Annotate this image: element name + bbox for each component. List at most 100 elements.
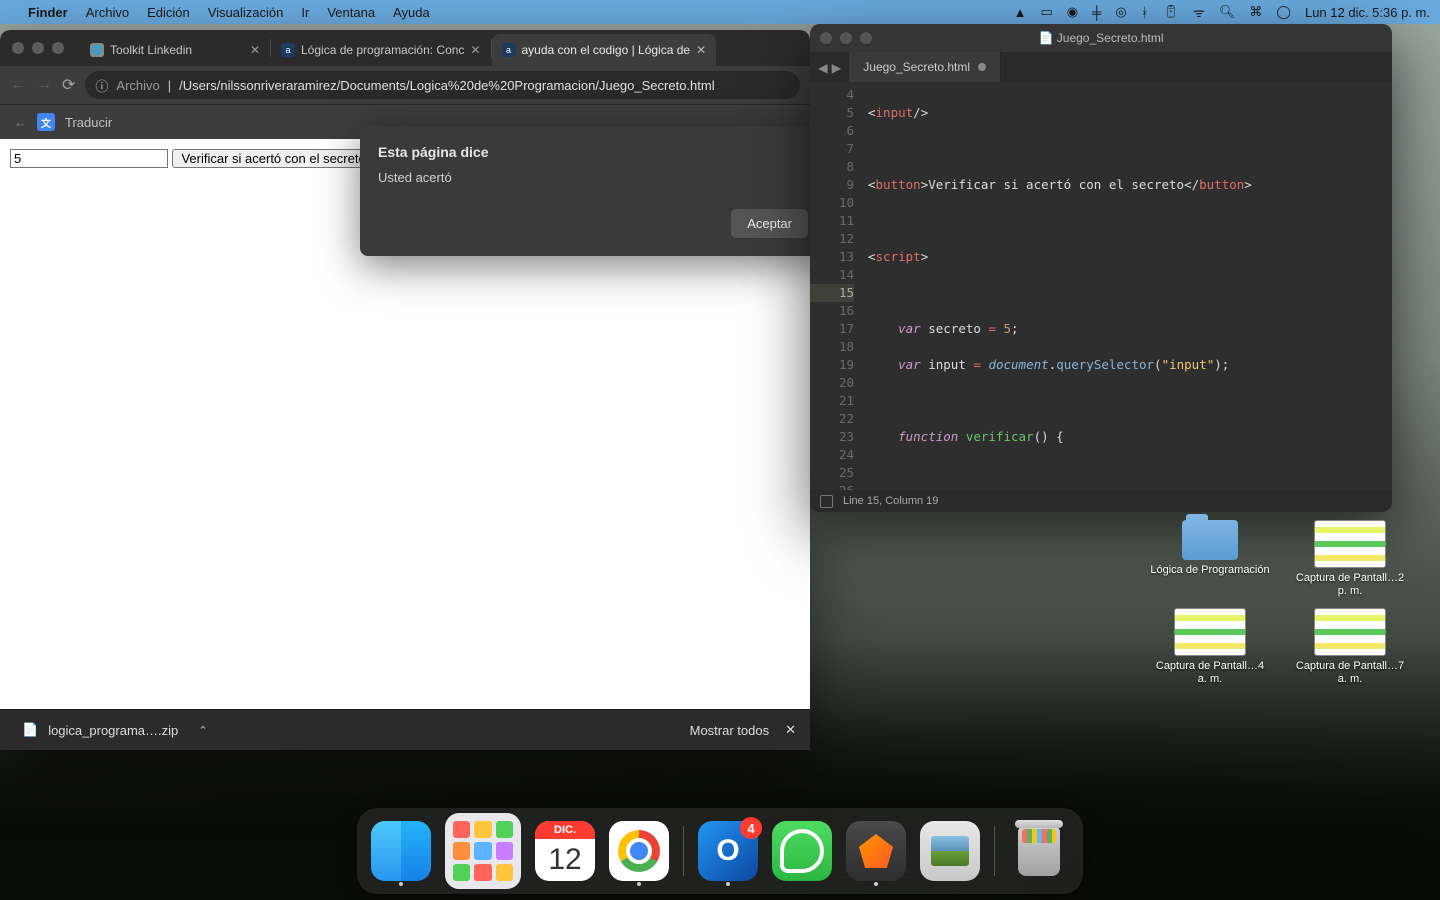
translate-icon[interactable]: 文 — [37, 113, 55, 131]
minimize-window-icon[interactable] — [32, 42, 44, 54]
tab-ayuda-codigo[interactable]: a ayuda con el codigo | Lógica de ✕ — [492, 34, 717, 66]
dock-whatsapp[interactable] — [772, 821, 832, 881]
maximize-window-icon[interactable] — [52, 42, 64, 54]
tab-close-icon[interactable]: ✕ — [250, 43, 260, 57]
downloads-bar: 📄 logica_programa….zip ⌃ Mostrar todos ✕ — [0, 709, 810, 750]
editor-maximize-icon[interactable] — [860, 32, 872, 44]
editor-minimize-icon[interactable] — [840, 32, 852, 44]
editor-panel-icon[interactable] — [820, 495, 833, 508]
chrome-window: 🌐 Toolkit Linkedin ✕ a Lógica de program… — [0, 30, 810, 750]
status-airdrop-icon[interactable]: ◎ — [1115, 4, 1126, 20]
menu-ir[interactable]: Ir — [301, 5, 309, 20]
editor-close-icon[interactable] — [820, 32, 832, 44]
editor-statusbar: Line 15, Column 19 — [810, 490, 1392, 512]
secret-input[interactable] — [10, 149, 168, 168]
image-thumb-icon — [1314, 520, 1386, 568]
status-triangle-icon[interactable]: ▲ — [1014, 5, 1027, 20]
status-battery-icon[interactable]: 🔋︎ — [1163, 4, 1180, 20]
menu-ayuda[interactable]: Ayuda — [393, 5, 430, 20]
downloads-close-icon[interactable]: ✕ — [785, 722, 796, 738]
tab-title: ayuda con el codigo | Lógica de — [522, 43, 691, 57]
status-search-icon[interactable]: 🔍︎ — [1219, 4, 1236, 20]
icon-label: Captura de Pantall…2 p. m. — [1290, 572, 1410, 598]
dock-trash[interactable] — [1009, 821, 1069, 881]
status-tuning-icon[interactable]: ╪ — [1092, 5, 1101, 20]
menu-ventana[interactable]: Ventana — [327, 5, 375, 20]
alert-accept-button[interactable]: Aceptar — [731, 209, 808, 238]
editor-forward-icon[interactable]: ▶ — [832, 58, 842, 77]
dock-separator — [994, 826, 995, 876]
downloads-show-all[interactable]: Mostrar todos — [690, 723, 769, 738]
file-icon: 📄 — [22, 722, 38, 738]
window-controls[interactable] — [12, 42, 64, 54]
outlook-badge: 4 — [740, 817, 762, 839]
translate-label[interactable]: Traducir — [65, 115, 112, 130]
code-editor[interactable]: 4567891011121314151617181920212223242526… — [810, 82, 1392, 490]
code-body[interactable]: <input/> <button>Verificar si acertó con… — [862, 82, 1392, 490]
macos-dock: DIC. 12 O4 — [357, 808, 1083, 894]
editor-back-icon[interactable]: ◀ — [818, 58, 828, 77]
download-item[interactable]: 📄 logica_programa….zip ⌃ — [14, 718, 215, 742]
tab-close-icon[interactable]: ✕ — [696, 43, 706, 57]
url-scheme-chip: Archivo — [116, 78, 159, 93]
editor-titlebar[interactable]: 📄 Juego_Secreto.html — [810, 24, 1392, 52]
tab-toolkit-linkedin[interactable]: 🌐 Toolkit Linkedin ✕ — [80, 34, 270, 66]
dock-calendar[interactable]: DIC. 12 — [535, 821, 595, 881]
calendar-month: DIC. — [535, 821, 595, 839]
dock-sublime[interactable] — [846, 821, 906, 881]
calendar-day: 12 — [535, 839, 595, 881]
close-window-icon[interactable] — [12, 42, 24, 54]
menubar-app-name[interactable]: Finder — [28, 5, 68, 20]
folder-icon — [1182, 520, 1238, 560]
editor-tab[interactable]: Juego_Secreto.html — [849, 52, 1001, 82]
status-control-center-icon[interactable]: ⌘ — [1249, 4, 1262, 20]
download-filename: logica_programa….zip — [48, 723, 178, 738]
icon-label: Captura de Pantall…4 a. m. — [1150, 660, 1270, 686]
dock-finder[interactable] — [371, 821, 431, 881]
status-bluetooth-icon[interactable]: ᚼ — [1141, 5, 1149, 20]
dock-chrome[interactable] — [609, 821, 669, 881]
editor-window-title: Juego_Secreto.html — [1057, 31, 1164, 45]
chrome-tabstrip: 🌐 Toolkit Linkedin ✕ a Lógica de program… — [0, 30, 810, 66]
url-path: /Users/nilssonriveraramirez/Documents/Lo… — [179, 78, 714, 93]
info-icon[interactable]: ⓘ — [95, 76, 108, 95]
chrome-toolbar: ← → ⟳ ⓘ Archivo | /Users/nilssonriverara… — [0, 66, 810, 104]
nav-back-icon[interactable]: ← — [10, 76, 26, 94]
tab-logica-programacion[interactable]: a Lógica de programación: Conc ✕ — [271, 34, 491, 66]
menu-visualizacion[interactable]: Visualización — [208, 5, 284, 20]
nav-reload-icon[interactable]: ⟳ — [62, 75, 75, 95]
status-wifi-icon[interactable]: ᯤ — [1193, 3, 1205, 21]
dock-separator — [683, 826, 684, 876]
verify-button[interactable]: Verificar si acertó con el secreto — [172, 149, 374, 168]
address-bar[interactable]: ⓘ Archivo | /Users/nilssonriveraramirez/… — [85, 71, 800, 99]
menu-edicion[interactable]: Edición — [147, 5, 190, 20]
desktop-screenshot-1[interactable]: Captura de Pantall…2 p. m. — [1290, 520, 1410, 598]
js-alert-dialog: Esta página dice Usted acertó Aceptar — [360, 126, 810, 256]
status-play-icon[interactable]: ◉ — [1067, 4, 1078, 20]
globe-icon: 🌐 — [90, 43, 104, 57]
alura-icon: a — [281, 43, 295, 57]
desktop-folder-logica[interactable]: Lógica de Programación — [1150, 520, 1270, 598]
editor-tab-title: Juego_Secreto.html — [863, 60, 970, 74]
menubar-clock[interactable]: Lun 12 dic. 5:36 p. m. — [1305, 5, 1430, 20]
status-siri-icon[interactable]: ◯ — [1276, 4, 1291, 20]
dock-outlook[interactable]: O4 — [698, 821, 758, 881]
desktop-screenshot-3[interactable]: Captura de Pantall…7 a. m. — [1290, 608, 1410, 686]
tab-title: Toolkit Linkedin — [110, 43, 244, 57]
status-screen-icon[interactable]: ▭ — [1040, 4, 1052, 20]
download-menu-icon[interactable]: ⌃ — [198, 724, 207, 737]
menu-archivo[interactable]: Archivo — [86, 5, 129, 20]
tab-close-icon[interactable]: ✕ — [470, 43, 480, 57]
editor-cursor-position: Line 15, Column 19 — [843, 495, 938, 507]
desktop-screenshot-2[interactable]: Captura de Pantall…4 a. m. — [1150, 608, 1270, 686]
desktop-icons: Lógica de Programación Captura de Pantal… — [1150, 520, 1430, 686]
dock-launchpad[interactable] — [445, 813, 521, 889]
back-small-icon[interactable]: ← — [14, 115, 27, 130]
icon-label: Lógica de Programación — [1150, 564, 1269, 577]
icon-label: Captura de Pantall…7 a. m. — [1290, 660, 1410, 686]
sublime-window: 📄 Juego_Secreto.html ◀ ▶ Juego_Secreto.h… — [810, 24, 1392, 512]
dock-preview[interactable] — [920, 821, 980, 881]
nav-forward-icon[interactable]: → — [36, 76, 52, 94]
alura-icon: a — [502, 43, 516, 57]
alert-title: Esta página dice — [378, 144, 808, 160]
